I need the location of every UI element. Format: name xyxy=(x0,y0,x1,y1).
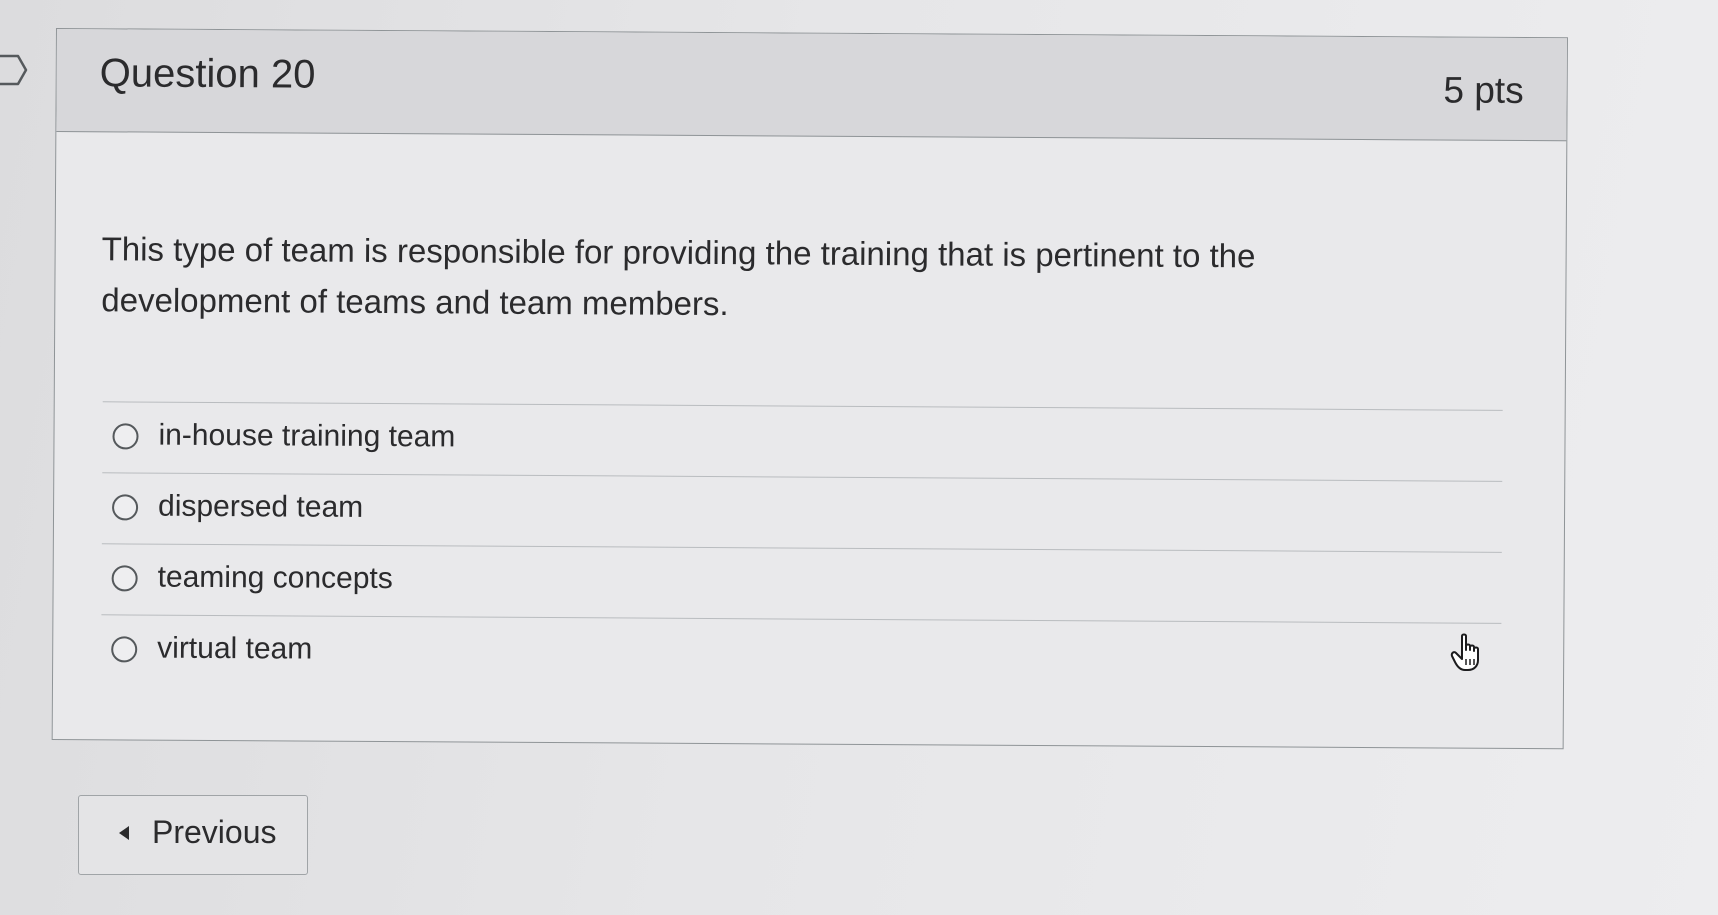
answer-option-dispersed-team[interactable]: dispersed team xyxy=(101,473,1503,553)
answer-option-virtual-team[interactable]: virtual team xyxy=(101,615,1501,694)
question-title: Question 20 xyxy=(99,51,316,97)
radio-button[interactable] xyxy=(111,636,138,663)
answer-option-teaming-concepts[interactable]: teaming concepts xyxy=(101,544,1502,624)
previous-button-label: Previous xyxy=(152,814,277,850)
answer-label[interactable]: in-house training team xyxy=(158,419,455,455)
radio-button[interactable] xyxy=(111,565,138,592)
question-card: Question 20 5 pts This type of team is r… xyxy=(51,28,1568,750)
caret-left-icon xyxy=(119,826,129,840)
answer-label[interactable]: virtual team xyxy=(157,632,312,667)
hand-pointer-icon xyxy=(1450,633,1479,671)
answer-option-in-house-training-team[interactable]: in-house training team xyxy=(102,402,1503,482)
question-points: 5 pts xyxy=(1443,69,1524,111)
answer-label[interactable]: dispersed team xyxy=(158,490,363,525)
radio-button[interactable] xyxy=(111,494,139,521)
question-text: This type of team is responsible for pro… xyxy=(101,230,1256,323)
answer-list: in-house training team dispersed team te… xyxy=(101,401,1503,694)
answer-label[interactable]: teaming concepts xyxy=(158,561,393,596)
question-header: Question 20 5 pts xyxy=(56,29,1567,142)
radio-button[interactable] xyxy=(112,423,139,450)
flag-marker-icon[interactable] xyxy=(0,52,32,88)
previous-button[interactable]: Previous xyxy=(78,795,308,875)
